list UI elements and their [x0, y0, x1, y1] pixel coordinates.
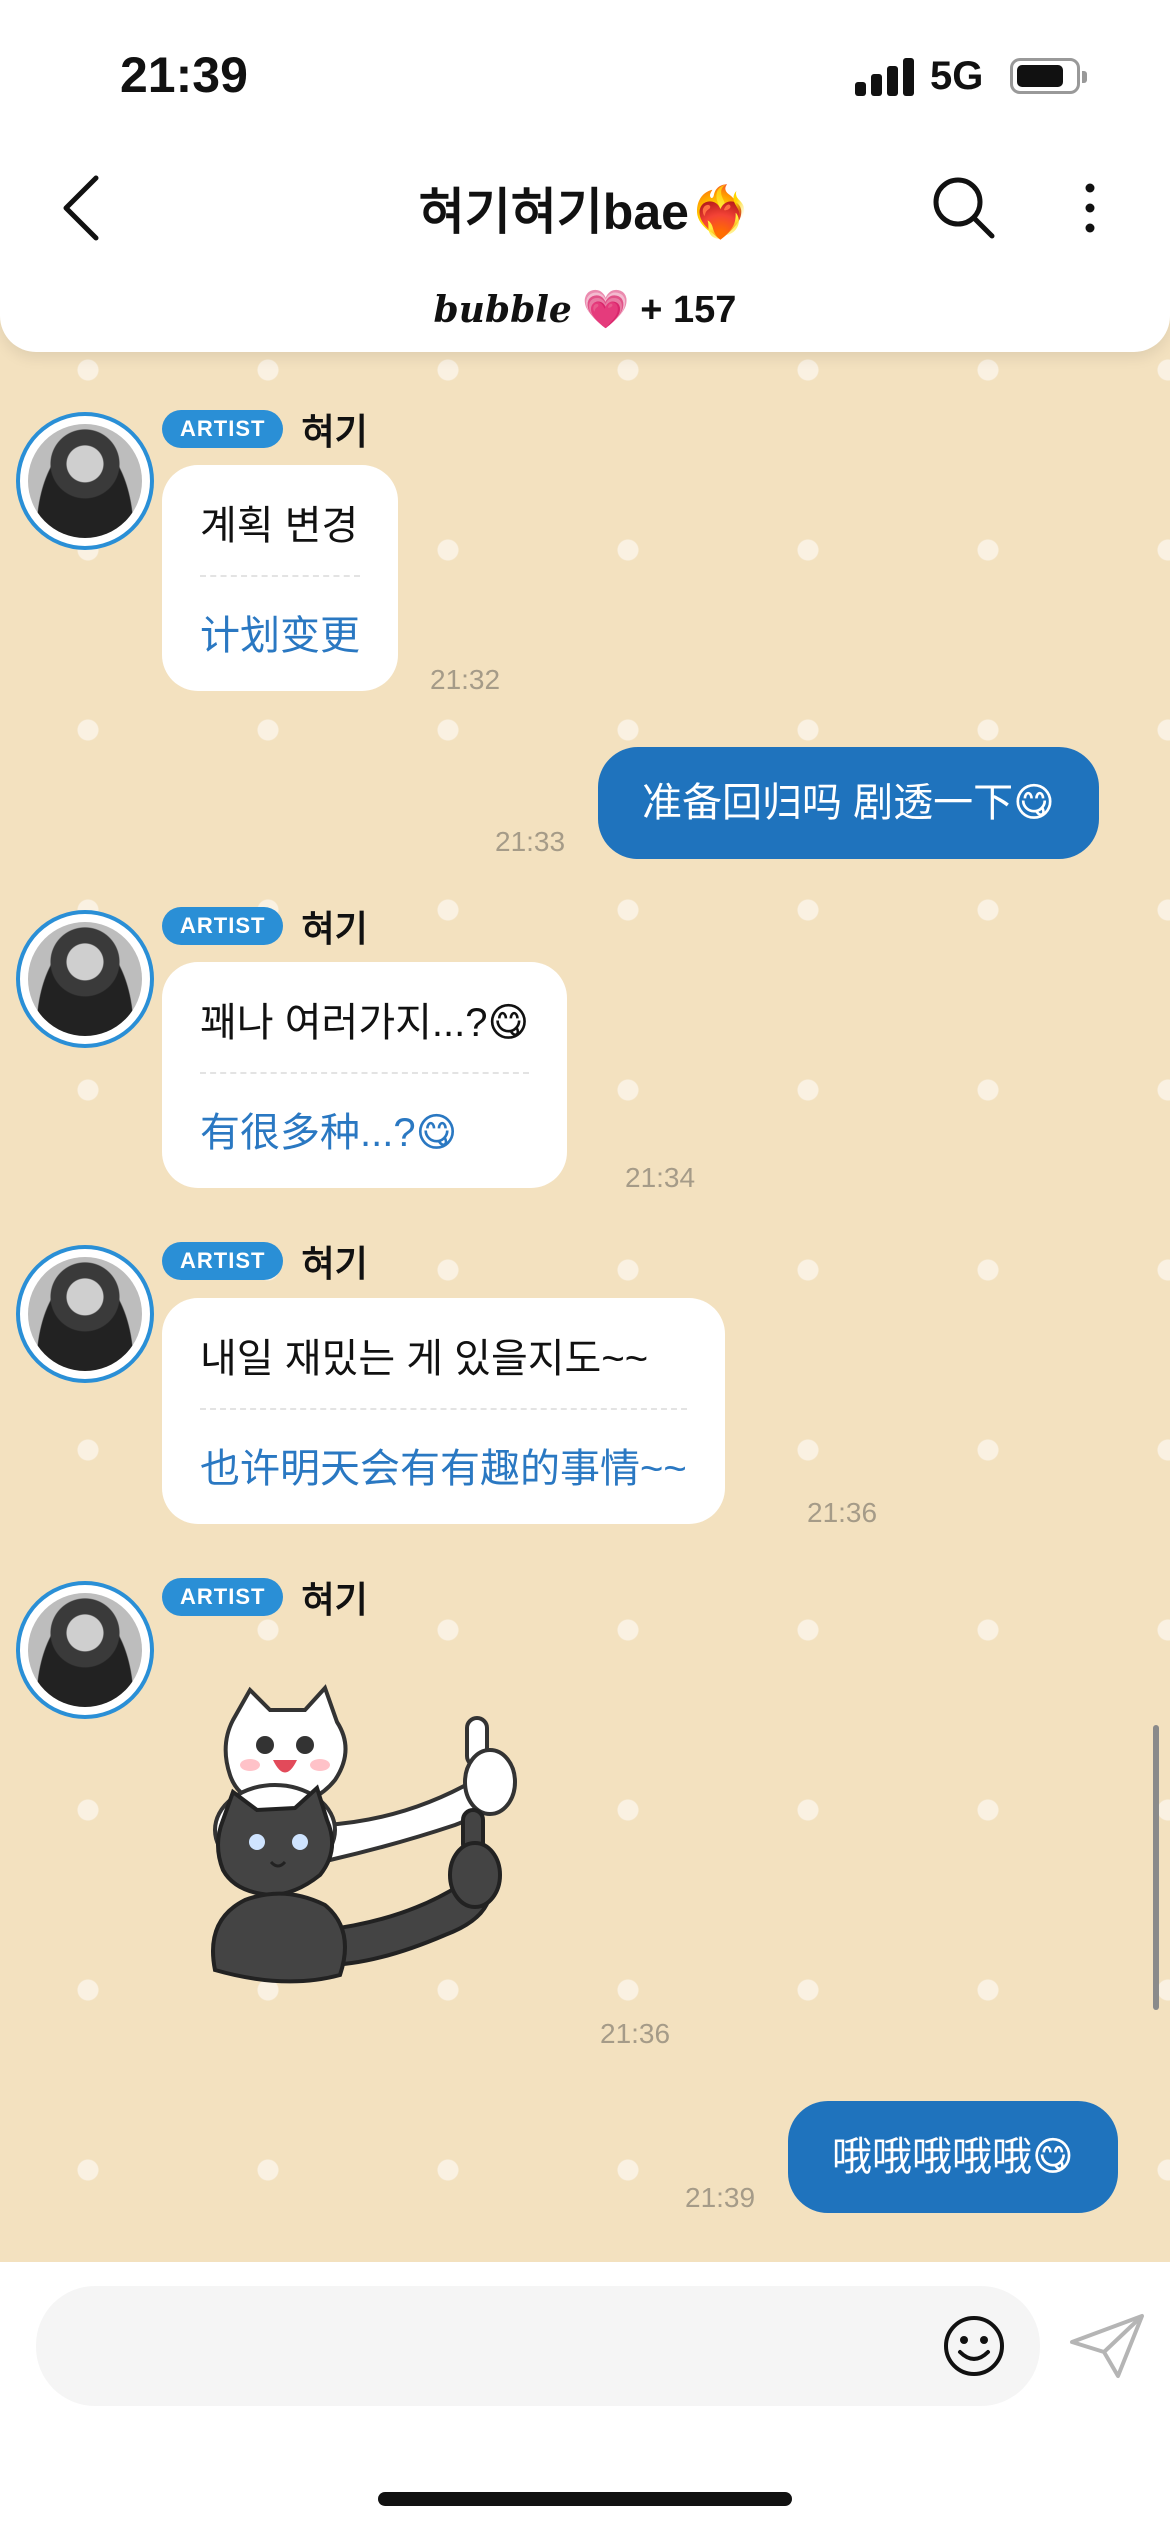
message-time: 21:39 — [685, 2182, 756, 2213]
search-button[interactable] — [928, 172, 998, 242]
message-time: 21:32 — [430, 664, 501, 695]
input-bar — [0, 2262, 1170, 2532]
signal-icon — [855, 58, 917, 96]
sender-row: ARTIST 혀기 — [162, 1240, 368, 1284]
outgoing-message-bubble[interactable]: 准备回归吗 剧透一下😋 — [598, 747, 1099, 859]
send-button[interactable] — [1068, 2312, 1146, 2380]
message-input[interactable] — [36, 2286, 1040, 2406]
message-time: 21:36 — [807, 1497, 878, 1528]
message-time: 21:33 — [495, 826, 566, 857]
status-time: 21:39 — [120, 47, 248, 103]
artist-badge: ARTIST — [162, 1578, 284, 1616]
incoming-message-bubble[interactable]: 계획 변경 计划变更 — [162, 465, 398, 691]
translation-text: 计划变更 — [200, 614, 360, 658]
avatar[interactable] — [16, 910, 154, 1048]
search-icon — [933, 177, 995, 239]
bubble-subscriber-bar: bubble 💗 + 157 — [0, 288, 1170, 332]
cat-sticker-icon — [211, 1684, 517, 1984]
cats-thumbs-up-sticker[interactable] — [205, 1680, 535, 2010]
message-text: 내일 재밌는 게 있을지도~~ — [200, 1298, 687, 1410]
message-time: 21:36 — [600, 2018, 671, 2049]
translation-text: 有很多种...?😋 — [200, 1111, 458, 1155]
home-indicator — [378, 2492, 792, 2506]
more-options-button[interactable] — [1070, 178, 1110, 238]
avatar[interactable] — [16, 1245, 154, 1383]
message-time: 21:34 — [625, 1162, 696, 1193]
battery-icon — [1010, 58, 1087, 94]
subscriber-count: + 157 — [640, 289, 737, 331]
artist-badge: ARTIST — [162, 1242, 284, 1280]
emoji-button[interactable] — [940, 2312, 1008, 2380]
heart-icon: 💗 — [582, 289, 630, 331]
sender-row: ARTIST 혀기 — [162, 1576, 368, 1620]
artist-badge: ARTIST — [162, 410, 284, 448]
outgoing-message-bubble[interactable]: 哦哦哦哦哦😋 — [788, 2101, 1118, 2213]
sender-row: ARTIST 혀기 — [162, 905, 368, 949]
message-text: 계획 변경 — [200, 465, 360, 577]
avatar[interactable] — [16, 1581, 154, 1719]
incoming-message-bubble[interactable]: 내일 재밌는 게 있을지도~~ 也许明天会有有趣的事情~~ — [162, 1298, 725, 1524]
smiley-icon — [944, 2316, 1004, 2376]
artist-badge: ARTIST — [162, 907, 284, 945]
sender-row: ARTIST 혀기 — [162, 408, 368, 452]
incoming-message-bubble[interactable]: 꽤나 여러가지...?😋 有很多种...?😋 — [162, 962, 568, 1188]
network-label: 5G — [930, 54, 984, 98]
avatar[interactable] — [16, 412, 154, 550]
more-vertical-icon — [1085, 183, 1095, 233]
header: 21:39 5G 혀기혀기bae❤️‍🔥 bubble 💗 + 157 — [0, 0, 1170, 352]
sender-name: 혀기 — [301, 1579, 368, 1620]
sender-name: 혀기 — [301, 411, 368, 452]
scrollbar[interactable] — [1153, 1725, 1159, 2010]
message-text: 꽤나 여러가지...?😋 — [200, 962, 530, 1074]
sender-name: 혀기 — [301, 1243, 368, 1284]
translation-text: 也许明天会有有趣的事情~~ — [200, 1447, 687, 1491]
sender-name: 혀기 — [301, 908, 368, 949]
bubble-logo: bubble — [433, 289, 572, 331]
paper-plane-icon — [1070, 2314, 1144, 2378]
